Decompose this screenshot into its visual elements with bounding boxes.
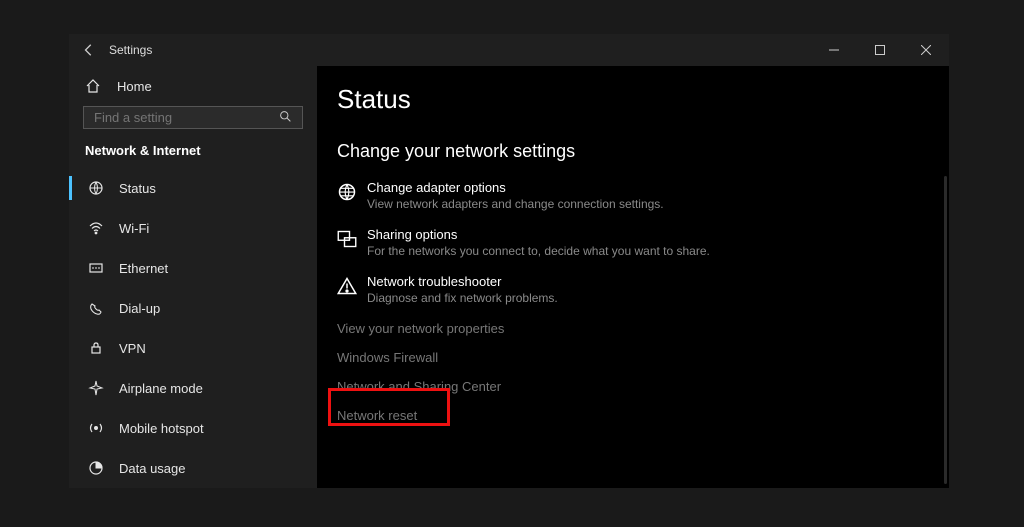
search-input[interactable] <box>94 110 279 125</box>
dialup-icon <box>85 300 107 316</box>
sidebar-item-data-usage[interactable]: Data usage <box>69 448 317 488</box>
sidebar-item-label: Status <box>119 181 156 196</box>
status-icon <box>85 180 107 196</box>
option-desc: Diagnose and fix network problems. <box>367 291 558 305</box>
sidebar-item-label: Mobile hotspot <box>119 421 204 436</box>
sidebar-item-ethernet[interactable]: Ethernet <box>69 248 317 288</box>
option-title: Change adapter options <box>367 180 664 195</box>
search-box[interactable] <box>83 106 303 129</box>
home-icon <box>85 78 107 94</box>
option-title: Network troubleshooter <box>367 274 558 289</box>
page-title: Status <box>337 84 949 115</box>
sidebar: Home Network & Internet Status <box>69 66 317 488</box>
sidebar-item-status[interactable]: Status <box>69 168 317 208</box>
vpn-icon <box>85 340 107 356</box>
sharing-icon <box>337 227 367 258</box>
section-heading: Change your network settings <box>337 141 949 162</box>
option-desc: View network adapters and change connect… <box>367 197 664 211</box>
globe-icon <box>337 180 367 211</box>
maximize-button[interactable] <box>857 34 903 66</box>
sidebar-home[interactable]: Home <box>69 72 317 100</box>
back-button[interactable] <box>69 43 109 57</box>
sidebar-item-vpn[interactable]: VPN <box>69 328 317 368</box>
sidebar-item-airplane-mode[interactable]: Airplane mode <box>69 368 317 408</box>
close-button[interactable] <box>903 34 949 66</box>
link-network-sharing[interactable]: Network and Sharing Center <box>337 379 949 394</box>
sidebar-item-wifi[interactable]: Wi-Fi <box>69 208 317 248</box>
settings-window: Settings Home Networ <box>69 34 949 488</box>
sidebar-item-label: VPN <box>119 341 146 356</box>
sidebar-home-label: Home <box>117 79 152 94</box>
sidebar-nav: Status Wi-Fi Ethernet <box>69 168 317 488</box>
sidebar-item-label: Dial-up <box>119 301 160 316</box>
warning-icon <box>337 274 367 305</box>
link-windows-firewall[interactable]: Windows Firewall <box>337 350 949 365</box>
sidebar-category: Network & Internet <box>69 139 317 168</box>
option-desc: For the networks you connect to, decide … <box>367 244 710 258</box>
search-icon <box>279 110 292 126</box>
option-troubleshooter[interactable]: Network troubleshooter Diagnose and fix … <box>337 274 949 321</box>
wifi-icon <box>85 220 107 236</box>
sidebar-item-mobile-hotspot[interactable]: Mobile hotspot <box>69 408 317 448</box>
scrollbar[interactable] <box>944 176 947 484</box>
airplane-icon <box>85 380 107 396</box>
ethernet-icon <box>85 260 107 276</box>
sidebar-item-label: Ethernet <box>119 261 168 276</box>
window-title: Settings <box>109 43 152 57</box>
datausage-icon <box>85 460 107 476</box>
window-body: Home Network & Internet Status <box>69 66 949 488</box>
option-change-adapter[interactable]: Change adapter options View network adap… <box>337 180 949 227</box>
option-title: Sharing options <box>367 227 710 242</box>
main-content: Status Change your network settings Chan… <box>317 66 949 488</box>
sidebar-item-label: Airplane mode <box>119 381 203 396</box>
option-sharing[interactable]: Sharing options For the networks you con… <box>337 227 949 274</box>
titlebar: Settings <box>69 34 949 66</box>
sidebar-item-label: Wi-Fi <box>119 221 149 236</box>
hotspot-icon <box>85 420 107 436</box>
link-network-reset[interactable]: Network reset <box>337 408 949 423</box>
sidebar-item-dialup[interactable]: Dial-up <box>69 288 317 328</box>
minimize-button[interactable] <box>811 34 857 66</box>
link-view-properties[interactable]: View your network properties <box>337 321 949 336</box>
sidebar-item-label: Data usage <box>119 461 186 476</box>
